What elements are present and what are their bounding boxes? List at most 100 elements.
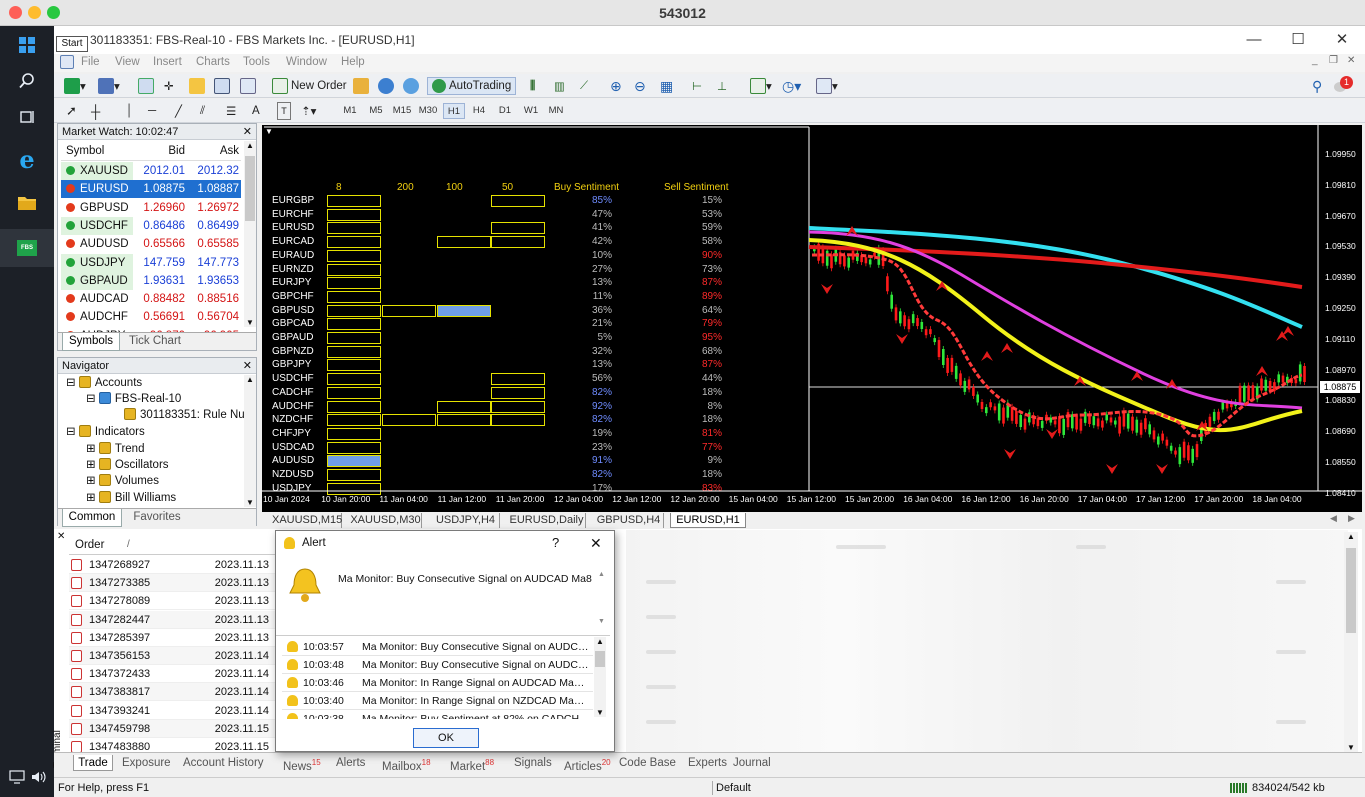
task-view-icon[interactable]: [12, 104, 42, 130]
internet-explorer-icon[interactable]: e: [12, 145, 42, 174]
timeframe-m1[interactable]: M1: [339, 103, 361, 119]
nav-accounts[interactable]: ⊟ Accounts: [66, 375, 142, 391]
arrows-icon[interactable]: ⇡▾: [301, 102, 316, 120]
data-window-icon[interactable]: ✛: [164, 77, 174, 95]
channel-icon[interactable]: ⫽: [200, 102, 205, 120]
timeframe-d1[interactable]: D1: [494, 103, 516, 119]
order-row[interactable]: 1347459798 2023.11.15: [69, 719, 275, 738]
crosshair-icon[interactable]: ┼: [91, 102, 100, 120]
terminal-tab-articles[interactable]: Articles20: [564, 755, 611, 773]
terminal-tab-experts[interactable]: Experts: [688, 755, 727, 771]
tab-tick-chart[interactable]: Tick Chart: [124, 333, 186, 351]
tab-symbols[interactable]: Symbols: [62, 333, 120, 351]
order-row[interactable]: 1347268927 2023.11.13: [69, 556, 275, 574]
text-label-icon[interactable]: T: [277, 102, 291, 120]
alert-ok-button[interactable]: OK: [413, 728, 479, 748]
alert-message-scrollbar[interactable]: ▲ ▼: [596, 571, 608, 625]
chart-tab-xauusd-m15[interactable]: XAUUSD,M15: [272, 513, 342, 528]
nav-bill-williams[interactable]: ⊞ Bill Williams: [86, 490, 176, 506]
order-row[interactable]: 1347278089 2023.11.13: [69, 592, 275, 611]
periods-icon[interactable]: ◷▾: [782, 77, 801, 95]
terminal-close-icon[interactable]: ✕: [57, 531, 65, 542]
timeframe-m15[interactable]: M15: [391, 103, 413, 119]
navigator-scrollbar[interactable]: ▲ ▼: [244, 375, 256, 507]
tab-favorites[interactable]: Favorites: [126, 509, 188, 527]
mdi-minimize-icon[interactable]: _: [1312, 55, 1318, 66]
window-close-button[interactable]: ✕: [1320, 26, 1364, 54]
windows-start-icon[interactable]: [12, 32, 42, 58]
tester-icon[interactable]: [240, 77, 256, 95]
fbs-app-icon[interactable]: FBS: [0, 229, 54, 267]
market-watch-row[interactable]: XAUUSD 2012.01 2012.32: [61, 162, 241, 180]
market-watch-scrollbar[interactable]: ▲ ▼: [244, 141, 256, 327]
terminal-icon[interactable]: [214, 77, 230, 95]
cursor-icon[interactable]: ➚: [66, 102, 77, 120]
terminal-tab-alerts[interactable]: Alerts: [336, 755, 365, 771]
menu-insert[interactable]: Insert: [153, 56, 182, 68]
profiles-icon[interactable]: ▾: [98, 77, 120, 95]
text-icon[interactable]: A: [252, 102, 260, 120]
chart-tab-usdjpy-h4[interactable]: USDJPY,H4: [432, 513, 500, 528]
nav-account[interactable]: 301183351: Rule Num: [124, 407, 254, 423]
order-row[interactable]: 1347273385 2023.11.13: [69, 574, 275, 593]
timeframe-h4[interactable]: H4: [468, 103, 490, 119]
bar-chart-icon[interactable]: ⫼: [530, 77, 535, 95]
fibonacci-icon[interactable]: ☰: [226, 102, 236, 120]
terminal-tab-news[interactable]: News15: [283, 755, 321, 773]
vertical-line-icon[interactable]: │: [126, 102, 133, 120]
alert-history-row[interactable]: 10:03:38 Ma Monitor: Buy Sentiment at 82%…: [282, 710, 593, 719]
chart-tabs-right-icon[interactable]: ▶: [1348, 513, 1355, 524]
metaeditor-icon[interactable]: [353, 77, 369, 95]
order-row[interactable]: 1347372433 2023.11.14: [69, 665, 275, 684]
chart-tab-eurusd-daily[interactable]: EURUSD,Daily: [508, 513, 586, 528]
col-symbol[interactable]: Symbol: [66, 141, 104, 161]
timeframe-mn[interactable]: MN: [545, 103, 567, 119]
signals-icon[interactable]: [378, 77, 394, 95]
order-row[interactable]: 1347393241 2023.11.14: [69, 702, 275, 720]
chart-window-eurusd-h1[interactable]: ▼ 8 200 100 50 Buy Sentiment Sell Sentiment EU…: [262, 125, 1362, 512]
nav-indicators[interactable]: ⊟ Indicators: [66, 424, 145, 440]
market-watch-row[interactable]: GBPAUD 1.93631 1.93653: [61, 271, 241, 290]
navigator-icon[interactable]: [189, 77, 205, 95]
terminal-tab-trade[interactable]: Trade: [73, 755, 113, 771]
terminal-tab-market[interactable]: Market88: [450, 755, 494, 773]
toolbar-search-icon[interactable]: ⚲: [1312, 77, 1322, 95]
market-watch-row[interactable]: AUDCAD 0.88482 0.88516: [61, 290, 241, 308]
auto-scroll-icon[interactable]: ⊥: [717, 77, 727, 95]
col-bid[interactable]: Bid: [168, 141, 185, 161]
chart-tab-gbpusd-h4[interactable]: GBPUSD,H4: [594, 513, 664, 528]
timeframe-h1[interactable]: H1: [443, 103, 465, 119]
terminal-tab-code-base[interactable]: Code Base: [619, 755, 676, 771]
terminal-tab-account-history[interactable]: Account History: [183, 755, 264, 771]
zoom-out-icon[interactable]: ⊖: [634, 77, 646, 95]
globe-icon[interactable]: [403, 77, 419, 95]
alert-history-row[interactable]: 10:03:46 Ma Monitor: In Range Signal on A…: [282, 674, 593, 692]
nav-server[interactable]: ⊟ FBS-Real-10: [86, 391, 181, 407]
market-watch-icon[interactable]: [138, 77, 154, 95]
timeframe-m30[interactable]: M30: [417, 103, 439, 119]
navigator-close-icon[interactable]: ✕: [243, 359, 252, 372]
tile-windows-icon[interactable]: ▦: [660, 77, 673, 95]
new-order-button[interactable]: New Order: [272, 77, 347, 95]
alert-list-scrollbar[interactable]: ▲ ▼: [594, 637, 606, 717]
terminal-scrollbar[interactable]: ▲ ▼: [1344, 532, 1358, 752]
nav-oscillators[interactable]: ⊞ Oscillators: [86, 457, 169, 473]
market-watch-row[interactable]: AUDUSD 0.65566 0.65585: [61, 235, 241, 253]
candlestick-icon[interactable]: ▥: [554, 77, 565, 95]
market-watch-row[interactable]: AUDCHF 0.56691 0.56704: [61, 308, 241, 326]
network-icon[interactable]: [6, 764, 28, 790]
order-row[interactable]: 1347285397 2023.11.13: [69, 629, 275, 647]
mdi-close-icon[interactable]: ✕: [1347, 55, 1355, 66]
alert-help-button[interactable]: ?: [552, 531, 559, 555]
new-chart-icon[interactable]: ▾: [64, 77, 86, 95]
market-watch-row[interactable]: EURUSD 1.08875 1.08887: [61, 180, 241, 199]
menu-help[interactable]: Help: [341, 56, 365, 68]
notifications-icon[interactable]: 1: [1334, 76, 1353, 95]
chart-tab-xauusd-m30[interactable]: XAUUSD,M30: [350, 513, 422, 528]
search-icon[interactable]: [12, 68, 42, 94]
terminal-tab-exposure[interactable]: Exposure: [122, 755, 171, 771]
horizontal-line-icon[interactable]: ─: [148, 102, 156, 120]
order-row[interactable]: 1347383817 2023.11.14: [69, 683, 275, 702]
alert-close-button[interactable]: ✕: [590, 531, 602, 555]
menu-view[interactable]: View: [115, 56, 140, 68]
